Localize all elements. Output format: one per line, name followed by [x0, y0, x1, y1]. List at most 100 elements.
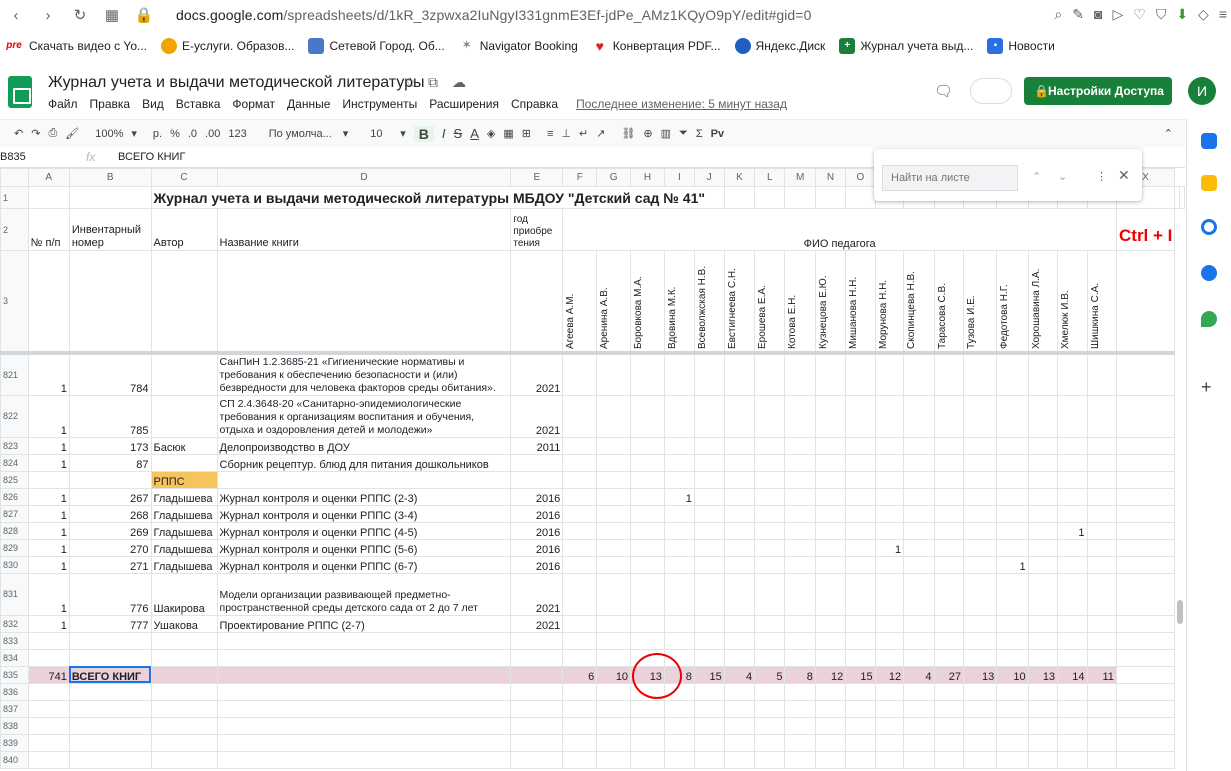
cell[interactable]	[962, 470, 998, 489]
cell[interactable]	[510, 750, 564, 769]
cell-num[interactable]: 1	[27, 453, 70, 472]
cell-year[interactable]: 2016	[510, 504, 564, 523]
cell-author[interactable]	[150, 631, 218, 650]
cell[interactable]	[874, 699, 905, 718]
total-value[interactable]: 14	[1057, 665, 1088, 684]
cell-year[interactable]: 2011	[510, 436, 564, 455]
reload-icon[interactable]: ↻	[64, 6, 96, 24]
cell[interactable]	[996, 538, 1029, 557]
cell[interactable]	[996, 487, 1029, 506]
cell[interactable]	[510, 699, 564, 718]
download-icon[interactable]: ⬇	[1176, 6, 1188, 23]
cell[interactable]	[663, 733, 695, 752]
cell-author[interactable]: Гладышева	[150, 521, 218, 540]
cell[interactable]	[1057, 487, 1088, 506]
apps-grid-icon[interactable]: ▦	[96, 6, 128, 24]
column-header-G[interactable]: G	[596, 168, 632, 187]
cell[interactable]	[874, 470, 905, 489]
cell[interactable]	[1115, 538, 1176, 557]
cell[interactable]	[693, 648, 725, 667]
cube-icon[interactable]: ◇	[1198, 6, 1209, 23]
shield-icon[interactable]: ⛉	[1156, 6, 1167, 23]
cell[interactable]	[630, 648, 665, 667]
wrap-icon[interactable]: ↵	[579, 127, 588, 140]
keep-icon[interactable]	[1201, 175, 1217, 191]
cell-num[interactable]	[27, 648, 70, 667]
cell-year[interactable]: 2016	[510, 538, 564, 557]
teacher-name[interactable]: Хмелюк И.В.	[1057, 250, 1088, 355]
cell[interactable]	[1057, 699, 1088, 718]
cell[interactable]	[68, 186, 152, 209]
cell[interactable]	[1086, 470, 1117, 489]
cell[interactable]	[1057, 631, 1088, 650]
row-header[interactable]: 831	[0, 572, 29, 616]
menu-file[interactable]: Файл	[48, 97, 78, 111]
cell[interactable]	[754, 521, 786, 540]
cell[interactable]	[933, 352, 964, 396]
cell[interactable]	[1115, 665, 1176, 684]
cell[interactable]	[216, 733, 512, 752]
cell[interactable]	[845, 394, 876, 438]
zoom-select[interactable]: 100%	[95, 128, 123, 140]
cell[interactable]	[150, 665, 218, 684]
cell[interactable]	[845, 614, 876, 633]
bookmark-3[interactable]: Сетевой Город. Об...	[308, 38, 445, 54]
menu-insert[interactable]: Вставка	[176, 97, 221, 111]
cell[interactable]	[845, 487, 876, 506]
cell[interactable]	[1027, 631, 1059, 650]
print-icon[interactable]: ⎙	[48, 127, 57, 140]
cell[interactable]	[1057, 750, 1088, 769]
cell[interactable]	[784, 470, 816, 489]
cell-title[interactable]	[216, 648, 512, 667]
cell[interactable]	[784, 436, 816, 455]
cell[interactable]	[693, 394, 725, 438]
row-header[interactable]: 823	[0, 436, 29, 455]
cell[interactable]	[874, 453, 905, 472]
cell[interactable]	[754, 631, 786, 650]
cell[interactable]	[933, 682, 964, 701]
avatar[interactable]: И	[1188, 77, 1216, 105]
total-value[interactable]: 4	[903, 665, 935, 684]
row-header[interactable]: 2	[0, 208, 29, 251]
cell[interactable]	[693, 750, 725, 769]
meet-button[interactable]	[970, 78, 1012, 104]
cell[interactable]	[596, 699, 632, 718]
cell[interactable]	[68, 750, 152, 769]
total-value[interactable]: 13	[1027, 665, 1059, 684]
cell[interactable]	[754, 699, 786, 718]
cell[interactable]	[723, 699, 756, 718]
cell[interactable]	[962, 555, 998, 574]
total-value[interactable]: 13	[962, 665, 998, 684]
cell[interactable]	[693, 572, 725, 616]
cell[interactable]	[68, 250, 152, 355]
cell[interactable]	[845, 555, 876, 574]
cell[interactable]	[1057, 470, 1088, 489]
spreadsheet-grid[interactable]: ABCDEFGHIJKLMNOPQRSTUVWX1Журнал учета и …	[0, 168, 1185, 771]
cell-author[interactable]	[150, 453, 218, 472]
cell[interactable]	[903, 631, 935, 650]
cell[interactable]	[693, 521, 725, 540]
borders-icon[interactable]: ▦	[503, 127, 513, 140]
cell[interactable]	[630, 521, 665, 540]
cell[interactable]	[933, 555, 964, 574]
header-fio[interactable]: ФИО педагога	[562, 208, 1117, 251]
cell[interactable]	[663, 538, 695, 557]
row-header[interactable]: 840	[0, 750, 29, 769]
calendar-icon[interactable]	[1201, 133, 1217, 149]
cell-year[interactable]: 2021	[510, 572, 564, 616]
cell[interactable]	[903, 394, 935, 438]
cell[interactable]	[630, 699, 665, 718]
row-header[interactable]: 832	[0, 614, 29, 633]
cell[interactable]	[814, 733, 847, 752]
cell-num[interactable]: 1	[27, 521, 70, 540]
cell[interactable]	[1115, 699, 1176, 718]
column-header-N[interactable]: N	[814, 168, 847, 187]
bookmark-6[interactable]: Яндекс.Диск	[734, 38, 825, 54]
total-value[interactable]: 11	[1086, 665, 1117, 684]
cell[interactable]	[784, 733, 816, 752]
cell[interactable]	[723, 487, 756, 506]
cell[interactable]	[1057, 352, 1088, 396]
cell-num[interactable]	[27, 470, 70, 489]
total-value[interactable]: 8	[663, 665, 695, 684]
cell[interactable]	[814, 555, 847, 574]
